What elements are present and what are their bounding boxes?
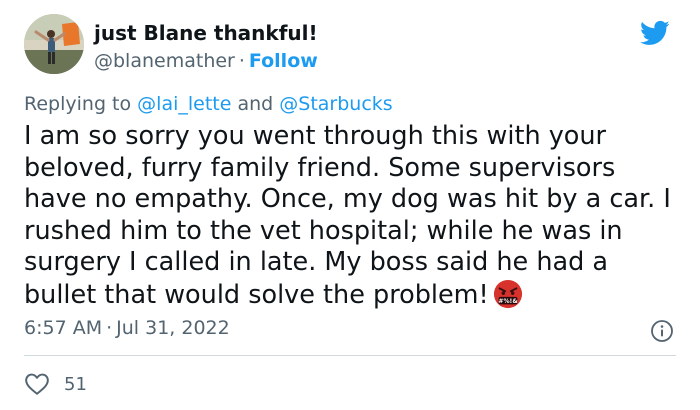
replying-conjunction: and [237, 93, 274, 115]
angry-face-symbols-icon: #%!& [493, 279, 522, 308]
emoji-symbols: #%!& [498, 297, 518, 304]
tweet-card: just Blane thankful! @blanemather · Follow… [0, 0, 700, 410]
follow-button[interactable]: Follow [249, 50, 318, 72]
mention-lai-lette[interactable]: @lai_lette [137, 93, 231, 115]
avatar[interactable] [24, 14, 84, 74]
avatar-photo [24, 14, 84, 74]
timestamp-separator: · [106, 317, 113, 339]
tweet-text: I am so sorry you went through this with… [24, 121, 684, 311]
mention-starbucks[interactable]: @Starbucks [279, 93, 392, 115]
like-action[interactable]: 51 [24, 372, 87, 396]
heart-icon[interactable] [24, 372, 50, 396]
display-name[interactable]: just Blane thankful! [94, 20, 318, 46]
replying-to: Replying to @lai_lette and @Starbucks [24, 93, 393, 115]
separator-dot: · [238, 50, 245, 72]
replying-prefix: Replying to [24, 93, 132, 115]
tweet-text-content: I am so sorry you went through this with… [24, 121, 671, 310]
handle-row: @blanemather · Follow [94, 48, 318, 74]
tweet-timestamp[interactable]: 6:57 AM · Jul 31, 2022 [24, 317, 230, 339]
twitter-bird-icon[interactable] [638, 18, 672, 48]
tweet-date: Jul 31, 2022 [116, 317, 230, 339]
info-icon[interactable] [650, 319, 674, 343]
tweet-time: 6:57 AM [24, 317, 103, 339]
divider [24, 355, 676, 356]
user-handle[interactable]: @blanemather [94, 50, 235, 72]
like-count: 51 [64, 373, 87, 395]
tweet-header: just Blane thankful! @blanemather · Follow [24, 14, 676, 78]
author-names: just Blane thankful! @blanemather · Follow [94, 20, 318, 74]
